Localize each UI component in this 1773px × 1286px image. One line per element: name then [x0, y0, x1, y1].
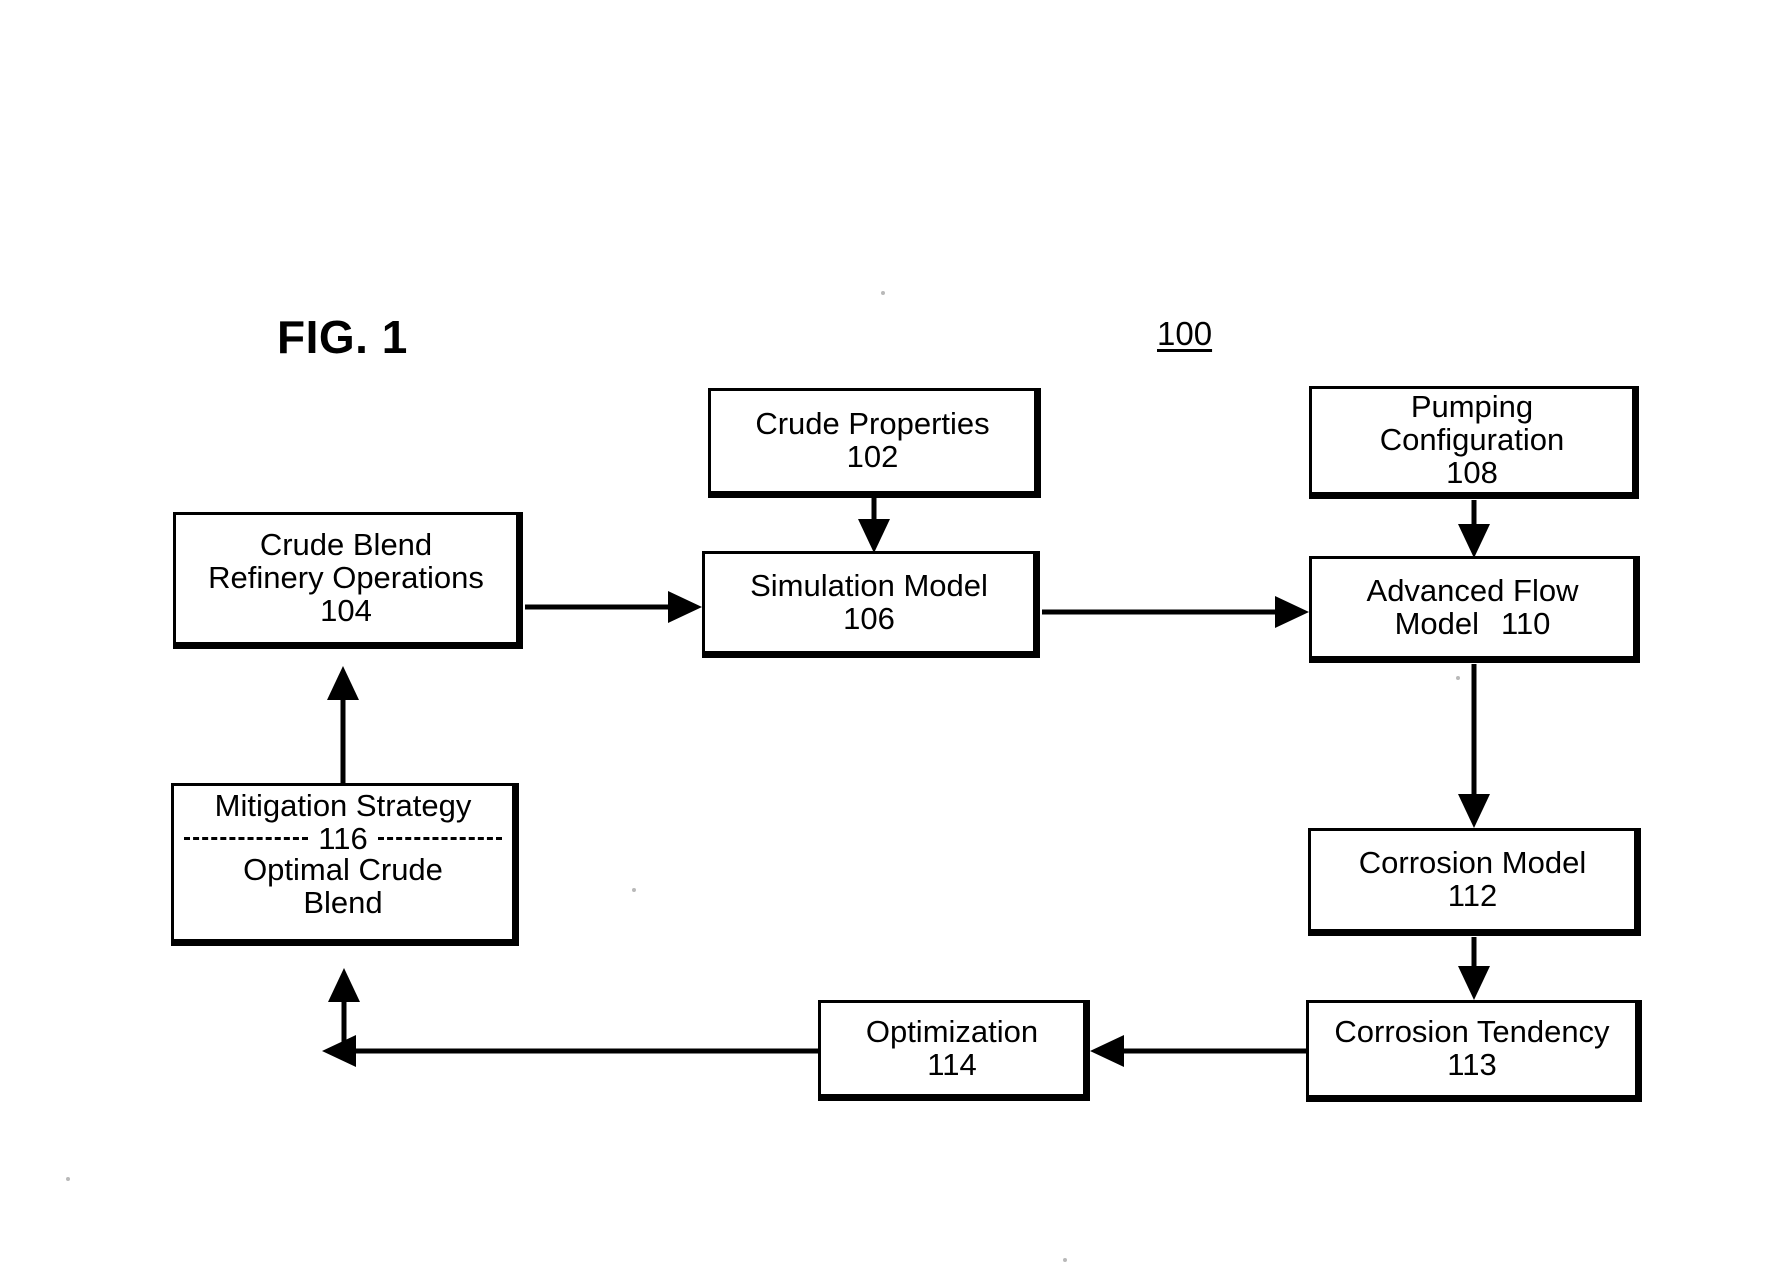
block-optimization-label: Optimization: [865, 1013, 1039, 1049]
block-corrosion-model[interactable]: Corrosion Model 112: [1308, 828, 1641, 936]
connector-advanced-flow-model-to-corrosion-model: [1458, 664, 1490, 828]
block-mitigation-strategy-label-top: Mitigation Strategy: [214, 788, 472, 823]
connector-corrosion-tendency-to-optimization: [1090, 1035, 1306, 1067]
figure-canvas: FIG. 1 100 Crude Properties 102 Pumping …: [0, 0, 1773, 1286]
scan-speck: [632, 888, 636, 892]
block-simulation-model[interactable]: Simulation Model 106: [702, 551, 1040, 658]
dashed-line-left: [184, 836, 309, 840]
block-advanced-flow-model-label-line2-row: Model 110: [1394, 605, 1551, 641]
block-pumping-configuration-label-line2: Configuration: [1379, 422, 1565, 458]
dashed-line-right: [377, 836, 503, 840]
scan-speck: [66, 1177, 70, 1181]
block-advanced-flow-model-label-line1: Advanced Flow: [1366, 572, 1579, 608]
block-advanced-flow-model-label-line2: Model: [1394, 605, 1479, 641]
connector-optimization-to-mitigation-strategy: [322, 968, 818, 1067]
scan-speck: [881, 291, 885, 295]
scan-speck: [1456, 676, 1460, 680]
block-pumping-configuration[interactable]: Pumping Configuration 108: [1309, 386, 1639, 499]
block-crude-properties-label: Crude Properties: [755, 406, 990, 442]
block-advanced-flow-model-number: 110: [1501, 605, 1551, 641]
connector-simulation-model-to-advanced-flow-model: [1042, 596, 1309, 628]
block-crude-properties[interactable]: Crude Properties 102: [708, 388, 1041, 498]
block-mitigation-strategy-label-bottom-line1: Optimal Crude: [243, 851, 443, 887]
connector-crude-blend-refinery-operations-to-simulation-model: [525, 591, 702, 623]
block-simulation-model-number: 106: [843, 600, 895, 636]
connector-crude-properties-to-simulation-model: [858, 498, 890, 553]
block-corrosion-model-label: Corrosion Model: [1358, 845, 1587, 881]
figure-reference-numeral: 100: [1157, 315, 1213, 352]
block-corrosion-tendency-number: 113: [1447, 1047, 1497, 1082]
block-advanced-flow-model[interactable]: Advanced Flow Model 110: [1309, 556, 1640, 663]
block-crude-blend-refinery-operations-label-line2: Refinery Operations: [208, 560, 484, 596]
scan-speck: [1063, 1258, 1067, 1262]
connector-mitigation-strategy-to-crude-blend-refinery-operations: [327, 666, 359, 783]
block-corrosion-tendency[interactable]: Corrosion Tendency 113: [1306, 1000, 1642, 1102]
block-corrosion-model-number: 112: [1447, 878, 1498, 913]
figure-title: FIG. 1: [277, 311, 408, 363]
block-optimization-number: 114: [927, 1046, 977, 1082]
block-mitigation-strategy-divider-number: 116: [318, 820, 368, 856]
block-simulation-model-label: Simulation Model: [750, 567, 988, 603]
block-crude-blend-refinery-operations[interactable]: Crude Blend Refinery Operations 104: [173, 512, 523, 649]
block-crude-blend-refinery-operations-number: 104: [320, 592, 372, 628]
block-pumping-configuration-number: 108: [1446, 454, 1498, 490]
connector-corrosion-model-to-corrosion-tendency: [1458, 937, 1490, 1000]
block-pumping-configuration-label-line1: Pumping: [1410, 389, 1534, 425]
block-crude-properties-number: 102: [846, 439, 899, 474]
block-mitigation-strategy-label-bottom-line2: Blend: [303, 884, 383, 920]
block-crude-blend-refinery-operations-label-line1: Crude Blend: [259, 527, 433, 563]
block-optimization[interactable]: Optimization 114: [818, 1000, 1090, 1101]
connector-pumping-configuration-to-advanced-flow-model: [1458, 500, 1490, 558]
block-mitigation-strategy-divider: 116: [174, 823, 512, 854]
block-mitigation-strategy[interactable]: Mitigation Strategy 116 Optimal Crude Bl…: [171, 783, 519, 946]
block-corrosion-tendency-label: Corrosion Tendency: [1334, 1014, 1610, 1050]
